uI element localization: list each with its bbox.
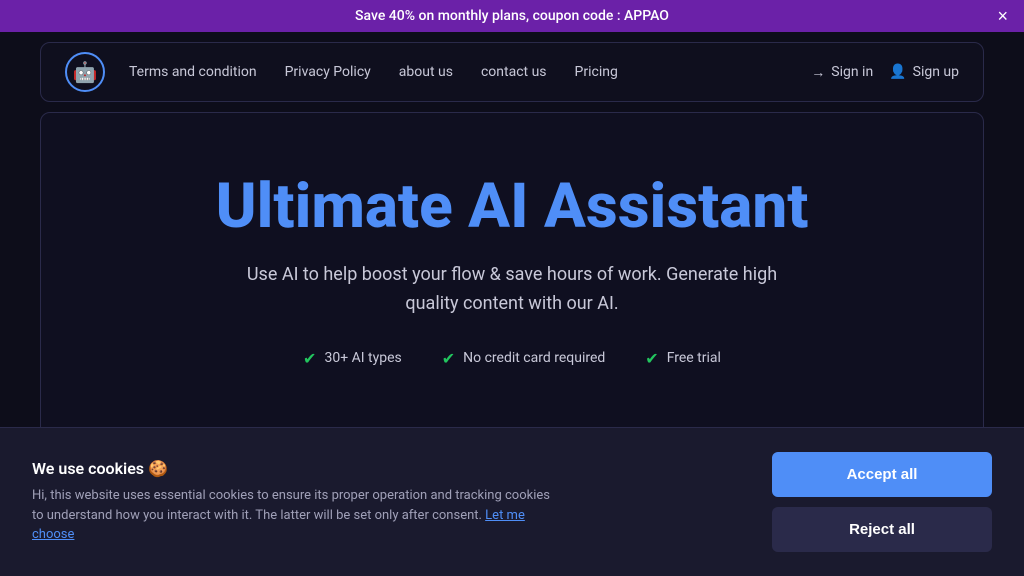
hero-feature-label-0: 30+ AI types [324, 350, 401, 366]
navbar: 🤖 Terms and condition Privacy Policy abo… [40, 42, 984, 102]
check-icon-1: ✔ [442, 349, 455, 368]
cookie-buttons: Accept all Reject all [772, 452, 992, 552]
check-icon-2: ✔ [645, 349, 658, 368]
nav-link-terms[interactable]: Terms and condition [129, 64, 257, 80]
hero-section: Ultimate AI Assistant Use AI to help boo… [40, 112, 984, 452]
nav-auth: → Sign in 👤 Sign up [811, 64, 959, 81]
promo-text: Save 40% on monthly plans, coupon code :… [355, 8, 669, 24]
logo-icon: 🤖 [73, 60, 98, 84]
sign-up-button[interactable]: 👤 Sign up [889, 64, 959, 80]
sign-in-button[interactable]: → Sign in [811, 64, 873, 81]
reject-all-button[interactable]: Reject all [772, 507, 992, 552]
sign-up-icon: 👤 [889, 64, 906, 80]
hero-feature-label-2: Free trial [667, 350, 721, 366]
close-banner-button[interactable]: × [997, 7, 1008, 25]
nav-link-about[interactable]: about us [399, 64, 453, 80]
nav-link-privacy[interactable]: Privacy Policy [285, 64, 371, 80]
nav-links: Terms and condition Privacy Policy about… [129, 64, 811, 80]
accept-all-button[interactable]: Accept all [772, 452, 992, 497]
cookie-banner: We use cookies 🍪 Hi, this website uses e… [0, 427, 1024, 576]
sign-in-icon: → [811, 64, 825, 81]
hero-title: Ultimate AI Assistant [61, 173, 963, 241]
hero-feature-label-1: No credit card required [463, 350, 605, 366]
cookie-desc-text: Hi, this website uses essential cookies … [32, 488, 550, 523]
promo-banner: Save 40% on monthly plans, coupon code :… [0, 0, 1024, 32]
cookie-text-area: We use cookies 🍪 Hi, this website uses e… [32, 459, 552, 545]
hero-subtitle: Use AI to help boost your flow & save ho… [242, 261, 782, 319]
cookie-description: Hi, this website uses essential cookies … [32, 486, 552, 545]
sign-up-label: Sign up [913, 64, 959, 80]
hero-feature-2: ✔ Free trial [645, 349, 721, 368]
nav-link-pricing[interactable]: Pricing [575, 64, 618, 80]
nav-link-contact[interactable]: contact us [481, 64, 547, 80]
hero-feature-0: ✔ 30+ AI types [303, 349, 402, 368]
hero-feature-1: ✔ No credit card required [442, 349, 606, 368]
check-icon-0: ✔ [303, 349, 316, 368]
sign-in-label: Sign in [831, 64, 873, 80]
cookie-title: We use cookies 🍪 [32, 459, 552, 478]
hero-features: ✔ 30+ AI types ✔ No credit card required… [61, 349, 963, 368]
logo[interactable]: 🤖 [65, 52, 105, 92]
